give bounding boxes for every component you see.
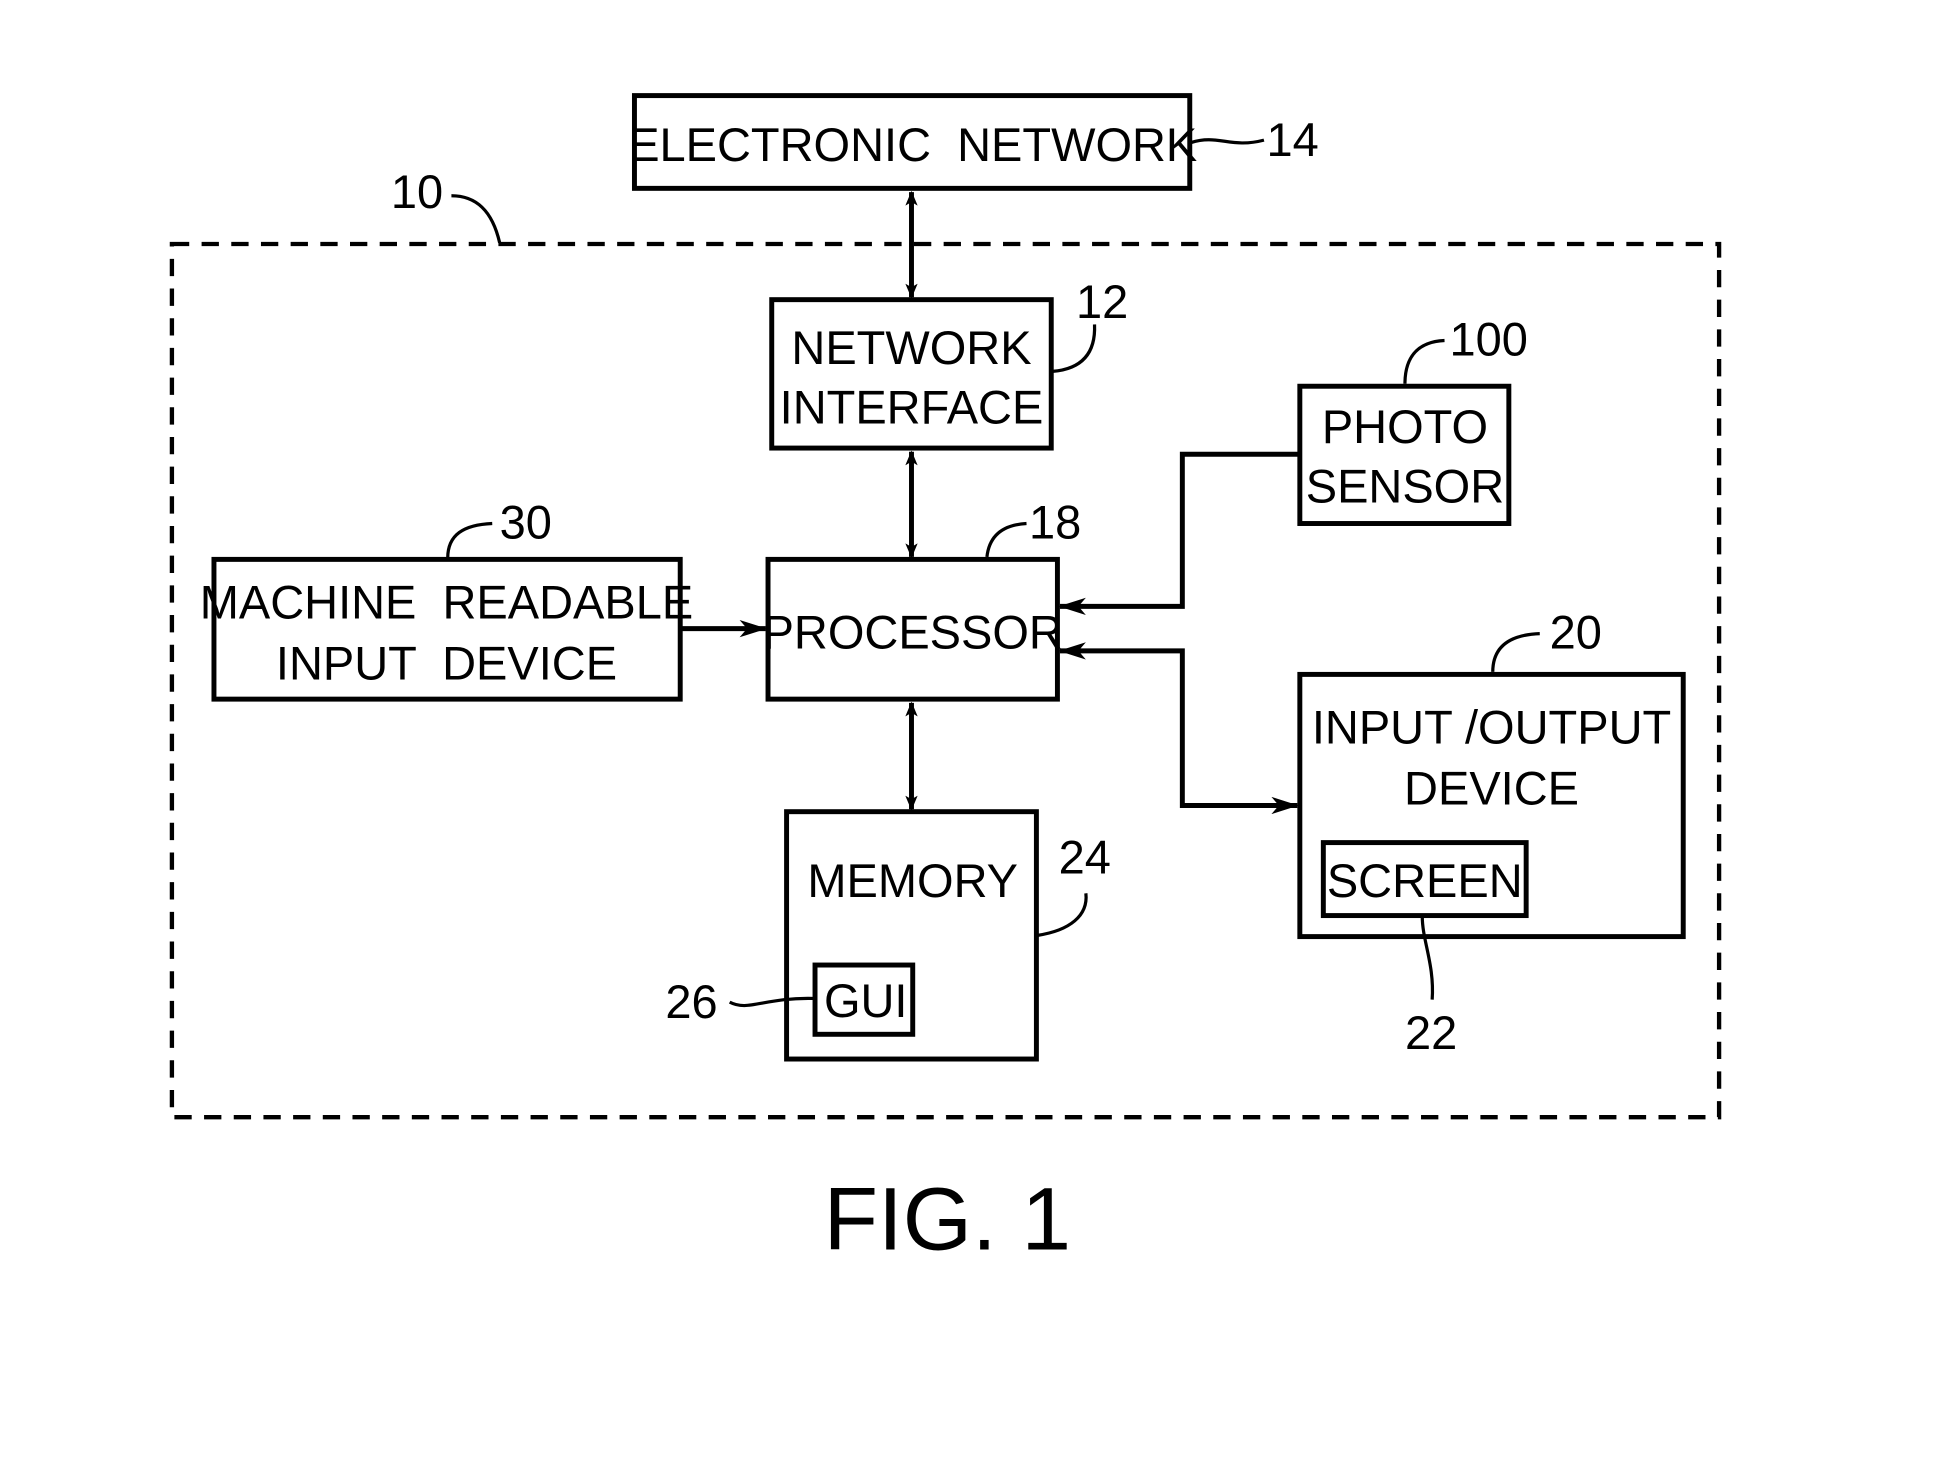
electronic-network-ref-number: 14 (1266, 113, 1318, 166)
input-output-label-line2: DEVICE (1404, 761, 1579, 814)
figure-caption: FIG. 1 (824, 1168, 1071, 1268)
memory-label: MEMORY (807, 854, 1018, 907)
gui-block: GUI (812, 962, 916, 1037)
photo-sensor-ref-number: 100 (1449, 312, 1527, 365)
system-ref-leader (451, 194, 502, 244)
processor-to-io-device-arrow (1058, 642, 1299, 815)
photo-sensor-to-processor-arrow (1058, 451, 1299, 616)
processor-ref-leader (985, 521, 1027, 558)
processor-ref-number: 18 (1029, 495, 1081, 548)
gui-ref-number: 26 (665, 975, 717, 1028)
network-interface-label-line1: NETWORK (791, 321, 1031, 374)
network-interface-ref-number: 12 (1076, 275, 1128, 328)
input-output-ref-number: 20 (1550, 605, 1602, 658)
screen-label: SCREEN (1327, 854, 1523, 907)
photo-sensor-label-line2: SENSOR (1306, 459, 1504, 512)
input-output-ref-leader (1491, 631, 1540, 672)
processor-block: PROCESSOR (763, 556, 1063, 702)
electronic-network-label: ELECTRONIC NETWORK (628, 118, 1197, 171)
gui-label: GUI (824, 974, 908, 1027)
machine-readable-label-line2: INPUT DEVICE (276, 636, 617, 689)
electronic-network-block: ELECTRONIC NETWORK (628, 93, 1197, 191)
memory-ref-number: 24 (1059, 831, 1111, 884)
machine-readable-ref-number: 30 (500, 495, 552, 548)
system-ref-number: 10 (391, 165, 443, 218)
machine-readable-ref-leader (446, 521, 493, 559)
processor-label: PROCESSOR (763, 605, 1063, 658)
machine-readable-label-line1: MACHINE READABLE (200, 576, 693, 629)
electronic-network-ref-leader (1190, 138, 1265, 145)
network-interface-label-line2: INTERFACE (780, 380, 1044, 433)
input-output-label-line1: INPUT /OUTPUT (1312, 701, 1671, 754)
memory-ref-leader (1037, 893, 1088, 937)
screen-block: SCREEN (1320, 840, 1529, 919)
screen-ref-number: 22 (1405, 1006, 1457, 1059)
network-interface-block: NETWORK INTERFACE (769, 297, 1054, 451)
photo-sensor-block: PHOTO SENSOR (1297, 383, 1512, 526)
machine-readable-input-device-block: MACHINE READABLE INPUT DEVICE (200, 556, 693, 702)
network-interface-ref-leader (1052, 324, 1097, 373)
photo-sensor-ref-leader (1403, 338, 1445, 384)
block-diagram: 10 ELECTRONIC NETWORK 14 NETWORK INTERFA… (169, 93, 1722, 1268)
photo-sensor-label-line1: PHOTO (1322, 400, 1488, 453)
